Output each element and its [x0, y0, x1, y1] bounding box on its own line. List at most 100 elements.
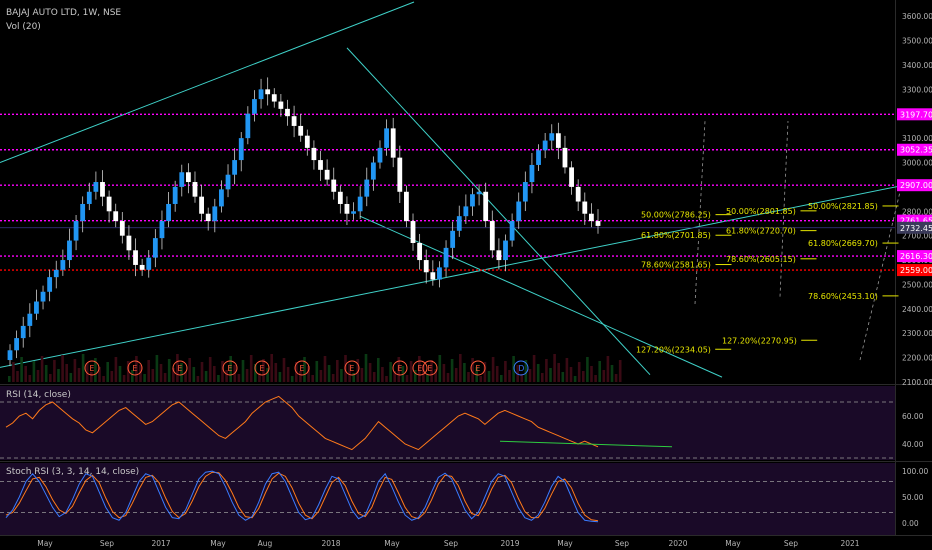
candle	[417, 242, 423, 261]
volume-bar	[323, 356, 327, 382]
candle	[219, 189, 224, 207]
candle	[225, 174, 231, 190]
candle	[298, 125, 304, 136]
volume-bar	[557, 363, 560, 382]
rsi-tick-label: 60.00	[902, 412, 924, 421]
fib-level-label: 61.80%(2720.70)	[726, 227, 796, 236]
candle	[470, 194, 475, 207]
candle	[212, 206, 218, 222]
volume-bar	[577, 362, 581, 382]
volume-bar	[188, 358, 191, 382]
candle	[351, 211, 356, 214]
candle	[536, 150, 541, 165]
volume-bar	[245, 369, 249, 382]
fib-level-label: 127.20%(2270.95)	[722, 336, 797, 345]
candle	[14, 338, 20, 351]
volume-bar	[81, 354, 85, 382]
candle	[185, 172, 191, 183]
candle	[588, 213, 594, 222]
volume-bar	[311, 375, 314, 382]
candle	[522, 182, 528, 202]
volume-bar	[147, 360, 150, 382]
candle	[324, 169, 330, 180]
volume-bar	[385, 376, 388, 382]
volume-bar	[40, 356, 44, 382]
candle	[265, 89, 271, 95]
candle	[582, 201, 588, 214]
volume-bar	[377, 358, 380, 382]
volume-bar	[450, 359, 454, 382]
fib-level-label: 127.20%(2234.05)	[636, 345, 711, 354]
volume-bar	[122, 375, 126, 382]
price-tick-label: 2500.00	[902, 280, 932, 289]
time-tick-label: May	[210, 539, 226, 548]
candle	[450, 230, 456, 248]
volume-bar	[491, 357, 495, 382]
volume-bar	[381, 367, 384, 382]
candle	[199, 196, 204, 214]
volume-bar	[614, 374, 618, 382]
candle	[47, 277, 53, 292]
volume-bar	[590, 366, 593, 382]
candle	[549, 133, 555, 141]
fib-level-label: 50.00%(2786.25)	[641, 211, 711, 220]
event-marker-label: E	[178, 364, 183, 373]
chart-canvas[interactable]: 3600.003500.003400.003300.003200.003100.…	[0, 0, 932, 550]
volume-bar	[545, 359, 548, 382]
volume-bar	[319, 370, 323, 382]
symbol-title: BAJAJ AUTO LTD, 1W, NSE	[6, 8, 122, 18]
volume-bar	[36, 370, 40, 382]
volume-bar	[69, 373, 73, 382]
volume-bar	[73, 359, 77, 382]
candle	[384, 128, 389, 148]
fib-level-label: 61.80%(2701.85)	[641, 231, 711, 240]
volume-bar	[500, 375, 503, 382]
event-marker-label: E	[260, 364, 265, 373]
candle	[113, 211, 119, 222]
candle	[20, 325, 26, 339]
candle	[404, 191, 409, 222]
candle	[152, 238, 158, 258]
candle	[410, 221, 416, 243]
price-tick-label: 2400.00	[902, 305, 932, 314]
fib-level-label: 50.00%(2801.85)	[726, 207, 796, 216]
volume-bar	[389, 362, 392, 382]
volume-bar	[582, 371, 585, 382]
volume-bar	[24, 366, 27, 382]
volume-bar	[327, 365, 331, 382]
candle	[509, 221, 515, 241]
candle	[377, 147, 383, 163]
volume-bar	[602, 370, 606, 382]
candle	[476, 191, 482, 195]
price-level-label: 3197.70	[900, 110, 932, 119]
volume-bar	[446, 373, 450, 382]
candle	[569, 167, 574, 187]
candle	[271, 94, 277, 102]
candle	[430, 272, 436, 280]
price-level-label: 2732.45	[900, 224, 932, 233]
candle	[27, 313, 33, 326]
event-marker-label: E	[476, 364, 481, 373]
candle	[318, 160, 323, 170]
volume-bar	[270, 354, 273, 382]
time-tick-label: Aug	[258, 539, 273, 548]
candle	[357, 196, 363, 212]
volume-bar	[454, 368, 458, 382]
stoch-tick-label: 0.00	[902, 519, 919, 528]
candle	[34, 301, 39, 314]
candle	[60, 260, 66, 270]
candle	[496, 250, 502, 261]
candle	[503, 240, 508, 261]
stoch-tick-label: 100.00	[902, 467, 928, 476]
candle	[311, 147, 317, 161]
volume-bar	[598, 361, 601, 382]
volume-bar	[65, 364, 68, 382]
event-marker-label: E	[418, 364, 423, 373]
candle	[331, 179, 337, 192]
volume-bar	[143, 374, 146, 382]
candle	[119, 221, 125, 236]
candle	[73, 221, 79, 241]
event-marker-label: E	[428, 364, 433, 373]
volume-bar	[77, 368, 81, 382]
candle	[542, 140, 548, 151]
